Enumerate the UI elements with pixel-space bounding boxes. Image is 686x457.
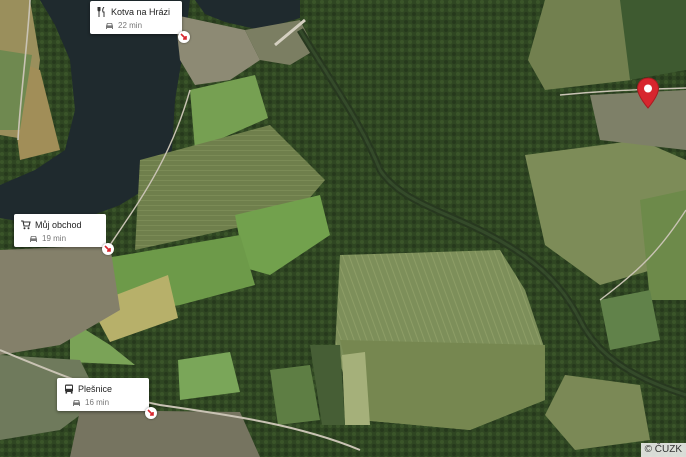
poi-marker-plesnice[interactable]	[145, 407, 157, 419]
car-icon	[29, 235, 38, 243]
poi-name: Plešnice	[78, 384, 113, 394]
poi-name: Kotva na Hrázi	[111, 7, 171, 17]
shopping-cart-icon	[21, 220, 31, 230]
map-copyright: © ČUZK	[640, 443, 686, 457]
bus-icon	[64, 384, 74, 394]
location-pin-icon[interactable]	[636, 77, 660, 109]
satellite-map[interactable]: Kotva na Hrázi 22 min Můj obchod 19 min	[0, 0, 686, 457]
poi-marker-muj-obchod[interactable]	[102, 243, 114, 255]
poi-name: Můj obchod	[35, 220, 82, 230]
arrow-icon	[104, 245, 111, 252]
poi-marker-kotva-na-hrazi[interactable]	[178, 31, 190, 43]
travel-time: 16 min	[85, 398, 110, 407]
car-icon	[72, 399, 81, 407]
car-icon	[105, 22, 114, 30]
poi-card-muj-obchod[interactable]: Můj obchod 19 min	[14, 214, 106, 247]
arrow-icon	[147, 409, 154, 416]
poi-card-plesnice[interactable]: Plešnice 16 min	[57, 378, 149, 411]
restaurant-icon	[97, 7, 107, 17]
poi-card-kotva-na-hrazi[interactable]: Kotva na Hrázi 22 min	[90, 1, 182, 34]
travel-time: 22 min	[118, 21, 143, 30]
arrow-icon	[180, 33, 187, 40]
travel-time: 19 min	[42, 234, 67, 243]
